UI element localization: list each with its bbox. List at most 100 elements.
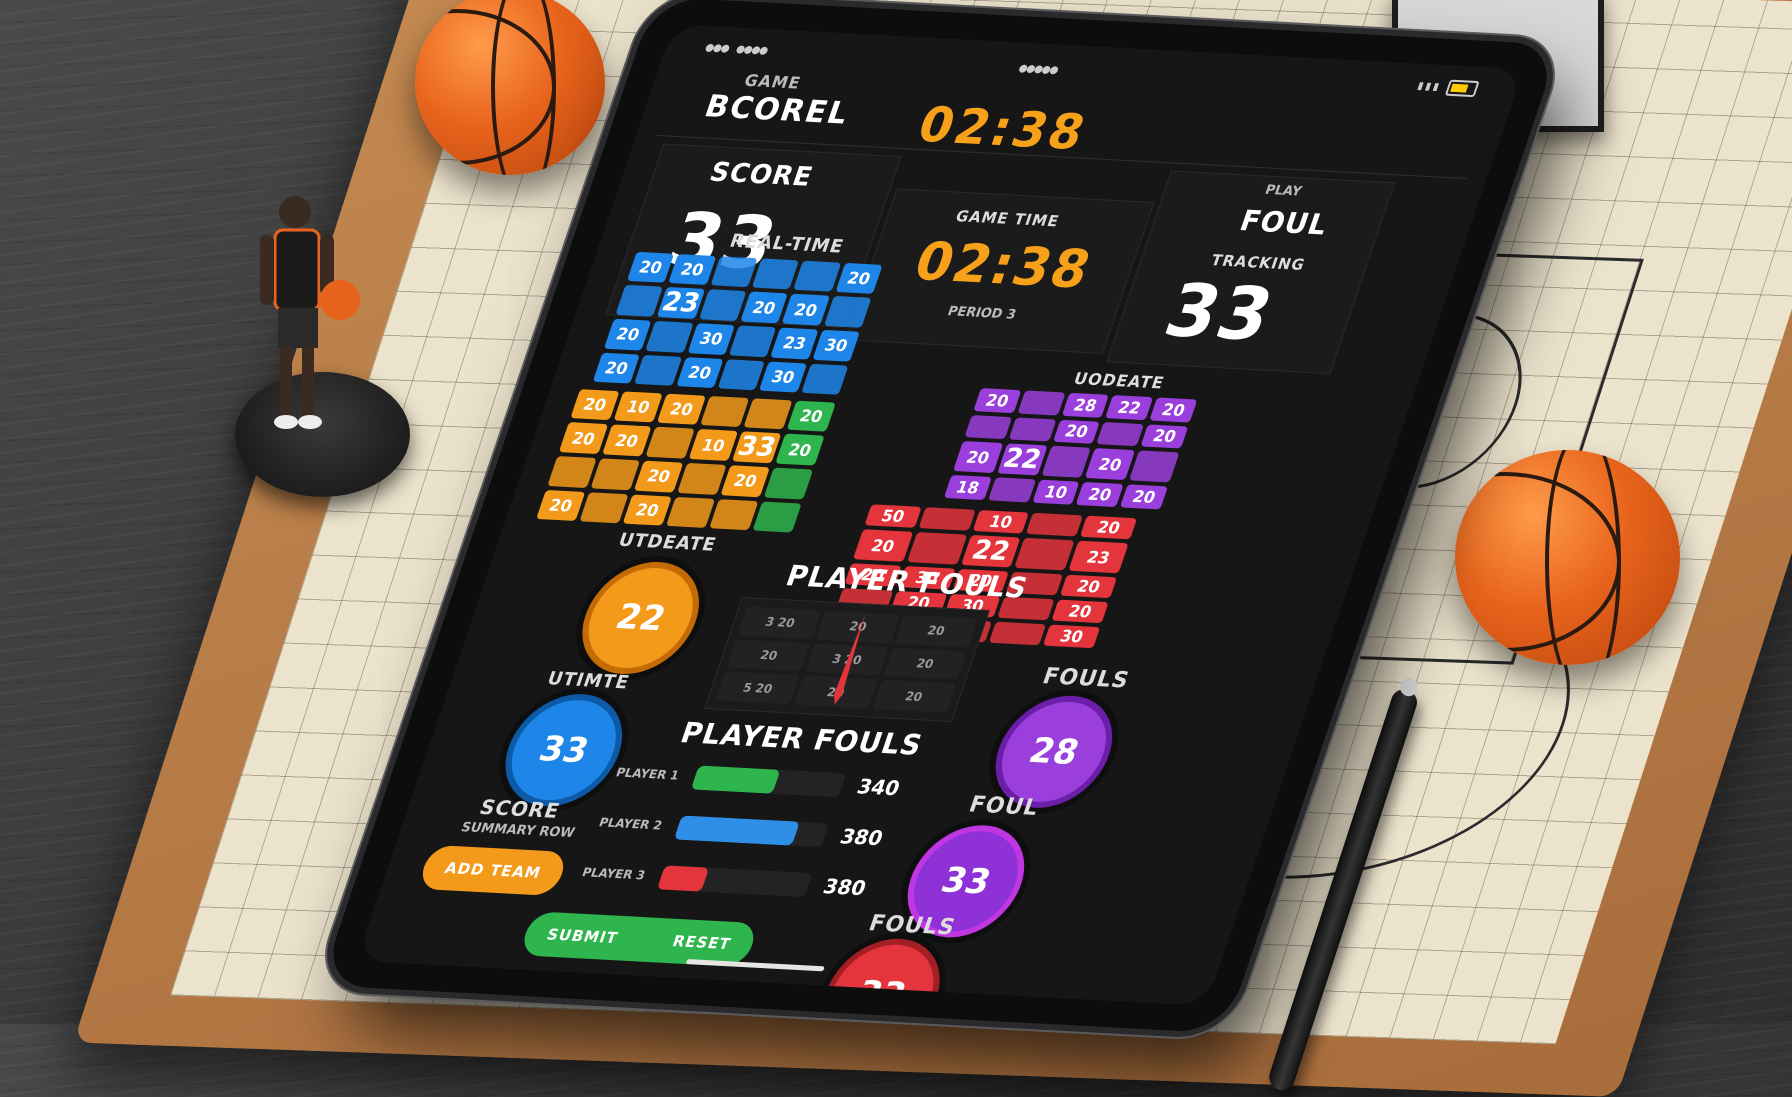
purple-grid-cell[interactable]: 20 [952, 441, 1004, 474]
orange-grid-cell[interactable] [677, 463, 727, 495]
player-foul-row[interactable]: PLAYER 1 340 [608, 757, 917, 813]
purple-grid-cell[interactable]: 20 [1140, 424, 1189, 449]
orange-grid-cell[interactable]: 20 [720, 465, 770, 497]
red-grid-cell[interactable] [1014, 537, 1075, 571]
player-foul-value: 340 [853, 774, 904, 801]
foul-supertitle: PLAY [1262, 182, 1304, 200]
orange-grid-cell[interactable]: 20 [570, 389, 620, 421]
blue-grid-cell[interactable] [717, 358, 766, 391]
orange-grid-cell[interactable]: 20 [775, 433, 825, 466]
blue-grid-cell[interactable] [751, 258, 800, 290]
red-grid-cell[interactable] [1026, 512, 1084, 537]
red-grid-cell[interactable] [906, 532, 967, 565]
player-foul-bar [690, 765, 847, 798]
blue-grid-cell[interactable]: 20 [668, 254, 717, 286]
red-grid-cell[interactable] [918, 507, 976, 531]
player-foul-row[interactable]: PLAYER 3 380 [574, 857, 883, 913]
blue-grid-cell[interactable]: 20 [603, 319, 652, 351]
purple-grid-cell[interactable]: 20 [973, 388, 1022, 413]
game-time-panel[interactable]: GAME TIME 02:38 PERIOD 3 [845, 188, 1155, 354]
purple-grid-cell[interactable]: 22 [1105, 395, 1154, 420]
blue-grid-cell[interactable]: 20 [740, 291, 789, 324]
blue-grid-cell[interactable] [800, 363, 849, 395]
blue-grid-cell[interactable] [634, 354, 682, 386]
red-grid-cell[interactable]: 20 [1060, 574, 1118, 599]
update-purple-grid[interactable]: 20 28 22 20 20 20 20 22 20 18 10 20 20 [943, 388, 1198, 510]
purple-grid-cell[interactable]: 20 [1149, 397, 1198, 423]
blue-grid-cell[interactable]: 20 [675, 356, 724, 389]
red-fouls-badge[interactable]: 33 [807, 935, 956, 1006]
orange-grid-cell[interactable] [590, 458, 640, 491]
update-left-label: UTDEATE [615, 529, 720, 556]
orange-grid-cell[interactable]: 20 [558, 422, 609, 455]
home-indicator[interactable] [685, 959, 825, 972]
player-fouls-matrix-cell: 20 [894, 614, 978, 648]
purple-grid-cell[interactable]: 20 [1052, 419, 1101, 445]
player-fouls-matrix-cell: 20 [871, 679, 956, 713]
purple-grid-cell[interactable]: 22 [996, 443, 1048, 476]
player-foul-label: PLAYER 2 [597, 815, 665, 833]
orange-grid-cell[interactable]: 20 [786, 400, 836, 433]
blue-grid-cell[interactable]: 20 [626, 251, 675, 284]
purple-grid-cell[interactable]: 28 [1061, 392, 1110, 418]
red-grid-cell[interactable]: 10 [972, 509, 1030, 534]
orange-grid-cell[interactable]: 10 [613, 391, 663, 423]
blue-grid-cell[interactable] [793, 260, 841, 292]
orange-grid-cell[interactable] [743, 398, 793, 430]
red-grid-cell[interactable]: 20 [1051, 599, 1109, 624]
orange-grid-cell[interactable]: 33 [731, 431, 782, 464]
purple-grid-cell[interactable] [1017, 390, 1066, 416]
red-grid-cell[interactable] [989, 621, 1047, 646]
blue-grid-cell[interactable] [698, 289, 747, 322]
add-team-button[interactable]: ADD TEAM [416, 844, 570, 897]
purple-grid-cell[interactable]: 20 [1120, 484, 1168, 510]
blue-grid-cell[interactable] [728, 325, 777, 357]
blue-grid-cell[interactable]: 30 [812, 330, 860, 362]
red-grid-cell[interactable]: 30 [1043, 624, 1101, 649]
blue-grid-cell[interactable]: 20 [781, 293, 830, 326]
red-grid-cell[interactable]: 20 [1080, 515, 1138, 540]
red-grid-cell[interactable]: 50 [864, 504, 922, 528]
purple-grid-cell[interactable]: 10 [1031, 479, 1080, 505]
orange-grid-cell[interactable] [579, 491, 629, 524]
purple-grid-cell[interactable] [1040, 446, 1092, 479]
red-grid-cell[interactable]: 22 [960, 534, 1021, 568]
blue-grid-cell[interactable]: 23 [770, 327, 819, 360]
orange-grid-cell[interactable]: 20 [656, 393, 707, 426]
purple-grid-cell[interactable] [1096, 421, 1145, 447]
orange-grid-cell[interactable] [547, 456, 597, 488]
player-foul-bar-fill [673, 815, 800, 846]
blue-grid-cell[interactable] [645, 321, 694, 353]
orange-grid-cell[interactable] [645, 426, 695, 460]
orange-grid-cell[interactable]: 20 [633, 460, 684, 493]
orange-grid-cell[interactable]: 20 [622, 494, 672, 526]
blue-grid-cell[interactable] [710, 256, 758, 288]
orange-score-badge[interactable]: 22 [566, 559, 715, 677]
blue-grid-cell[interactable]: 30 [759, 361, 807, 393]
purple-grid-cell[interactable] [964, 414, 1013, 440]
purple-grid-cell[interactable] [1129, 450, 1180, 483]
orange-grid-cell[interactable] [709, 498, 759, 531]
blue-grid-cell[interactable]: 30 [687, 323, 735, 355]
red-grid-cell[interactable]: 23 [1068, 540, 1129, 574]
purple-grid-cell[interactable]: 20 [1085, 448, 1136, 481]
purple-grid-cell[interactable] [1008, 417, 1057, 442]
purple-grid-cell[interactable] [987, 477, 1036, 503]
orange-grid-cell[interactable] [752, 501, 802, 533]
purple-grid-cell[interactable]: 18 [943, 475, 992, 501]
player-foul-label: PLAYER 3 [580, 865, 648, 883]
blue-grid-cell[interactable]: 20 [592, 352, 641, 384]
orange-grid-cell[interactable] [763, 467, 814, 500]
purple-grid-cell[interactable]: 20 [1075, 482, 1124, 508]
orange-grid-cell[interactable]: 20 [601, 424, 652, 457]
player-fouls-matrix[interactable]: 3 202020203 20205 202020 [704, 596, 990, 723]
blue-grid-cell[interactable]: 23 [656, 287, 705, 320]
orange-grid-cell[interactable]: 20 [536, 489, 586, 522]
player-foul-row[interactable]: PLAYER 2 380 [591, 807, 900, 863]
orange-grid-cell[interactable] [700, 396, 750, 428]
red-grid-cell[interactable]: 20 [852, 529, 914, 562]
orange-grid-cell[interactable] [665, 496, 716, 528]
realtime-blue-grid[interactable]: 20 20 20 23 20 20 20 30 23 30 20 20 30 [592, 251, 883, 395]
orange-grid-cell[interactable]: 10 [688, 429, 739, 462]
orange-stat-grid[interactable]: 20 10 20 20 20 20 10 33 20 20 20 20 20 [536, 389, 836, 533]
